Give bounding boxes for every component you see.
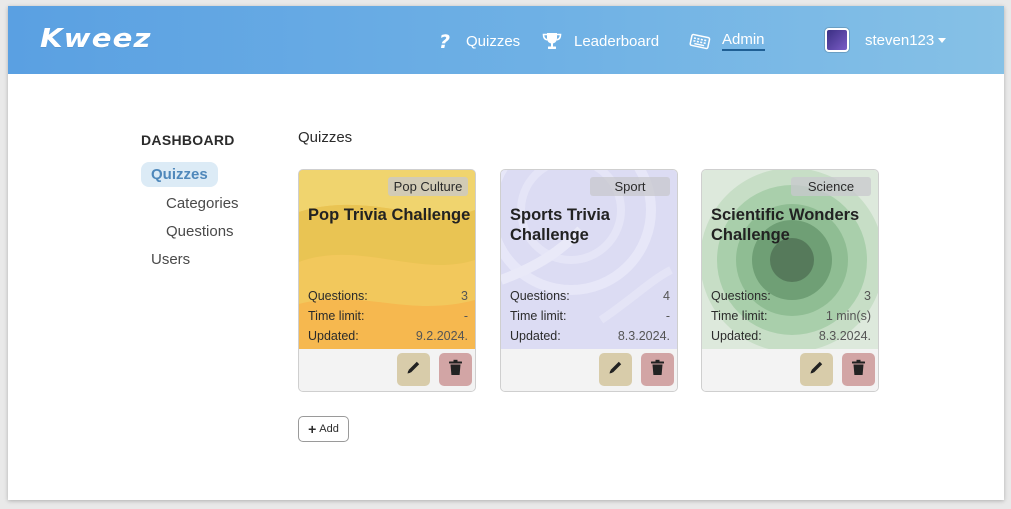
- category-badge: Science: [791, 177, 871, 196]
- question-icon: ?: [432, 29, 456, 53]
- time-limit: -: [463, 309, 468, 323]
- nav-quizzes-label: Quizzes: [466, 32, 521, 50]
- stat-label: Questions:: [711, 289, 771, 303]
- sidebar-item-quizzes[interactable]: Quizzes: [141, 162, 218, 187]
- quiz-card[interactable]: Sport Sports Trivia Challenge Questions:…: [500, 169, 678, 392]
- updated-date: 9.2.2024.: [415, 329, 468, 343]
- svg-text:?: ?: [439, 31, 450, 52]
- avatar: [825, 28, 849, 52]
- stat-label: Time limit:: [510, 309, 567, 323]
- plus-icon: +: [308, 421, 317, 437]
- nav-admin[interactable]: Admin: [688, 28, 765, 54]
- trash-icon: [448, 359, 463, 381]
- user-menu[interactable]: steven123: [825, 26, 947, 54]
- updated-date: 8.3.2024.: [617, 329, 670, 343]
- stat-label: Time limit:: [308, 309, 365, 323]
- sidebar: DASHBOARD Quizzes Categories Questions U…: [141, 132, 281, 268]
- pencil-icon: [607, 359, 624, 381]
- time-limit: -: [665, 309, 670, 323]
- stat-label: Questions:: [308, 289, 368, 303]
- card-title: Pop Trivia Challenge: [308, 206, 471, 224]
- sidebar-item-questions[interactable]: Questions: [166, 223, 234, 240]
- add-quiz-button[interactable]: + Add: [298, 416, 349, 442]
- keyboard-icon: [688, 29, 712, 53]
- stat-label: Updated:: [510, 329, 561, 343]
- card-stats: Questions: 4 Time limit: - Updated: 8.3.202…: [510, 286, 670, 346]
- questions-count: 4: [663, 289, 670, 303]
- pencil-icon: [808, 359, 825, 381]
- delete-button[interactable]: [842, 353, 875, 386]
- delete-button[interactable]: [641, 353, 674, 386]
- sidebar-item-users[interactable]: Users: [151, 251, 190, 268]
- pencil-icon: [405, 359, 422, 381]
- nav-admin-label: Admin: [722, 31, 765, 51]
- nav-leaderboard[interactable]: Leaderboard: [540, 28, 659, 54]
- logo[interactable]: Kweez: [40, 24, 152, 54]
- category-badge: Sport: [590, 177, 670, 196]
- page-title: Quizzes: [298, 129, 353, 146]
- sidebar-item-categories[interactable]: Categories: [166, 195, 239, 212]
- app-window: Kweez ? Quizzes Leaderboard Admin steven…: [8, 6, 1004, 500]
- trash-icon: [851, 359, 866, 381]
- card-actions: [299, 349, 475, 391]
- questions-count: 3: [864, 289, 871, 303]
- navbar: Kweez ? Quizzes Leaderboard Admin steven…: [8, 6, 1004, 74]
- delete-button[interactable]: [439, 353, 472, 386]
- card-actions: [501, 349, 677, 391]
- nav-leaderboard-label: Leaderboard: [574, 32, 660, 50]
- time-limit: 1 min(s): [825, 309, 871, 323]
- chevron-down-icon: [938, 38, 947, 44]
- stat-label: Updated:: [711, 329, 762, 343]
- updated-date: 8.3.2024.: [818, 329, 871, 343]
- edit-button[interactable]: [800, 353, 833, 386]
- username: steven123: [865, 31, 935, 49]
- stat-label: Time limit:: [711, 309, 768, 323]
- category-badge: Pop Culture: [388, 177, 468, 196]
- add-label: Add: [319, 423, 339, 435]
- quiz-card[interactable]: Pop Culture Pop Trivia Challenge Questio…: [298, 169, 476, 392]
- card-actions: [702, 349, 878, 391]
- card-title: Sports Trivia Challenge: [510, 206, 610, 244]
- trophy-icon: [540, 29, 564, 53]
- nav-quizzes[interactable]: ? Quizzes: [432, 28, 520, 54]
- card-stats: Questions: 3 Time limit: 1 min(s) Updated:…: [711, 286, 871, 346]
- edit-button[interactable]: [397, 353, 430, 386]
- stat-label: Updated:: [308, 329, 359, 343]
- quiz-card[interactable]: Science Scientific Wonders Challenge Que…: [701, 169, 879, 392]
- trash-icon: [650, 359, 665, 381]
- stat-label: Questions:: [510, 289, 570, 303]
- card-stats: Questions: 3 Time limit: - Updated: 9.2.202…: [308, 286, 468, 346]
- sidebar-title: DASHBOARD: [141, 132, 235, 148]
- edit-button[interactable]: [599, 353, 632, 386]
- questions-count: 3: [461, 289, 468, 303]
- card-title: Scientific Wonders Challenge: [711, 206, 860, 244]
